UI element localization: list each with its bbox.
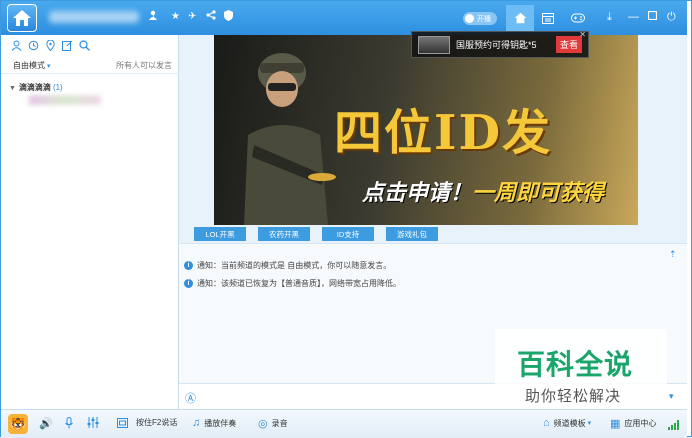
keyboard-icon <box>117 417 128 428</box>
notice-row: i 通知：当前频道的模式是 自由模式，你可以随意发言。 <box>184 260 391 271</box>
app-center-label: 应用中心 <box>624 419 657 428</box>
avatar[interactable]: 🐯 <box>8 414 28 434</box>
speaker-button[interactable]: 🔊 <box>39 417 57 430</box>
toggle-knob <box>465 14 474 23</box>
banner-subtitle-highlight: 一周即可获得 <box>472 180 605 205</box>
app-window: 1 ★ ✈ 开播 ⤓ — ⏻ 自由模式 ▾ 所有人可以发言 ▼ 滴滴滴滴 (1)… <box>0 0 692 438</box>
game-card-image <box>418 35 450 54</box>
popup-text: 国服预约可得钥匙*5 <box>456 40 537 50</box>
music-note-icon: ♫ <box>192 417 201 429</box>
minimize-icon[interactable]: — <box>628 11 639 23</box>
banner-title: 四位ID发 <box>334 105 553 161</box>
close-icon[interactable]: ✕ <box>579 30 586 39</box>
tag-lol[interactable]: LOL开黑 <box>194 227 246 241</box>
tag-gift[interactable]: 游戏礼包 <box>386 227 438 241</box>
maximize-icon[interactable] <box>647 10 658 23</box>
channel-name: 滴滴滴滴 <box>18 83 51 92</box>
app-center-button[interactable]: ▦ 应用中心 <box>610 417 656 430</box>
soldier-illustration <box>244 53 336 225</box>
promo-popup: 国服预约可得钥匙*5 查看 ✕ <box>411 30 589 58</box>
record-label: 录音 <box>271 419 288 428</box>
watermark: 百科全说 助你轻松解决 <box>495 329 667 411</box>
signal-strength-icon <box>668 420 679 430</box>
layout-icon <box>542 12 554 24</box>
push-to-talk-button[interactable]: 按住F2说话 <box>117 417 177 428</box>
mixer-button[interactable] <box>87 417 99 428</box>
music-button[interactable]: ♫ 播放伴奏 <box>192 417 236 429</box>
window-layout-button[interactable] <box>534 5 562 31</box>
toggle-label: 开播 <box>477 15 491 23</box>
record-icon: ◎ <box>258 418 268 430</box>
live-toggle[interactable]: 开播 <box>463 12 497 25</box>
banner-subtitle-prefix: 点击申请！ <box>362 180 473 205</box>
scroll-down-icon[interactable]: ▾ <box>669 391 674 402</box>
channel-template-button[interactable]: ⌂ 频道模板 ▾ <box>543 417 591 429</box>
info-icon: i <box>184 279 193 288</box>
music-label: 播放伴奏 <box>204 418 237 428</box>
emoji-icon[interactable]: Ⓐ <box>185 390 196 406</box>
chevron-down-icon: ▾ <box>587 420 592 427</box>
channel-tree-item[interactable]: ▼ 滴滴滴滴 (1) <box>9 82 63 93</box>
gamepad-icon <box>571 13 585 23</box>
watermark-subtitle: 助你轻松解决 <box>525 388 622 405</box>
home-tab-button[interactable] <box>506 5 534 31</box>
scroll-up-icon[interactable]: ⇡ <box>669 249 677 260</box>
sidebar-toolbar <box>11 39 90 54</box>
divider <box>1 73 179 74</box>
channel-sidebar: 自由模式 ▾ 所有人可以发言 ▼ 滴滴滴滴 (1) <box>1 35 179 409</box>
popup-view-button[interactable]: 查看 <box>555 36 582 53</box>
chevron-down-icon: ▾ <box>47 63 51 70</box>
share-icon[interactable] <box>206 10 216 25</box>
tag-id-support[interactable]: ID支持 <box>322 227 374 241</box>
location-icon[interactable] <box>45 39 56 52</box>
template-icon: ⌂ <box>543 417 550 429</box>
speaker-icon: 🔊 <box>39 418 53 430</box>
plane-icon[interactable]: ✈ <box>188 10 196 24</box>
notice-row: i 通知：该频道已恢复为【普通音质】，网络带宽占用降低。 <box>184 278 401 289</box>
info-icon: i <box>184 261 193 270</box>
apps-grid-icon: ▦ <box>610 418 621 430</box>
download-icon[interactable]: ⤓ <box>607 11 612 23</box>
channel-user-blurred[interactable] <box>29 95 101 105</box>
watermark-title: 百科全说 <box>517 349 634 380</box>
record-button[interactable]: ◎ 录音 <box>258 417 288 430</box>
channel-template-label: 频道模板 <box>553 418 586 428</box>
bottom-toolbar: 🐯 🔊 按住F2说话 ♫ 播放伴奏 ◎ 录音 ⌂ 频道模板 ▾ ▦ 应用中心 <box>1 409 687 438</box>
channel-count: (1) <box>52 83 63 92</box>
mode-hint: 所有人可以发言 <box>116 61 172 70</box>
power-close-icon[interactable]: ⏻ <box>667 11 676 23</box>
notice-text: 通知：该频道已恢复为【普通音质】，网络带宽占用降低。 <box>197 279 401 288</box>
online-count: 1 <box>151 12 156 21</box>
mode-label: 自由模式 <box>13 61 45 70</box>
star-icon[interactable]: ★ <box>171 10 180 24</box>
mode-dropdown[interactable]: 自由模式 ▾ <box>13 60 51 71</box>
tag-honor[interactable]: 农药开黑 <box>258 227 310 241</box>
notice-text: 通知：当前频道的模式是 自由模式，你可以随意发言。 <box>197 261 392 270</box>
search-icon[interactable] <box>79 40 90 51</box>
user-icon[interactable] <box>11 40 22 51</box>
mic-icon <box>65 417 73 429</box>
push-to-talk-label: 按住F2说话 <box>136 418 178 427</box>
username-blurred <box>49 11 139 23</box>
caret-down-icon: ▼ <box>9 85 16 92</box>
equalizer-icon <box>87 417 99 428</box>
home-icon <box>514 12 526 24</box>
refresh-icon[interactable] <box>28 40 39 51</box>
game-button[interactable] <box>564 5 592 31</box>
promo-banner[interactable]: 四位ID发 点击申请！一周即可获得 <box>214 35 638 225</box>
edit-icon[interactable] <box>62 40 73 51</box>
home-logo-icon[interactable] <box>7 4 37 32</box>
shield-icon[interactable] <box>224 10 233 26</box>
mic-button[interactable] <box>65 417 73 429</box>
banner-subtitle: 点击申请！一周即可获得 <box>362 175 604 207</box>
